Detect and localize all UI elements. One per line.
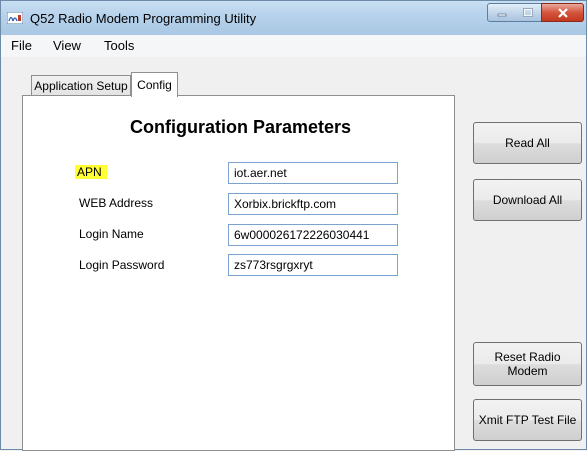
window-title: Q52 Radio Modem Programming Utility — [30, 11, 257, 26]
apn-label: APN — [75, 165, 107, 179]
minimize-icon — [497, 13, 506, 16]
apn-field[interactable] — [228, 162, 398, 184]
read-all-button[interactable]: Read All — [473, 122, 582, 164]
login-password-label: Login Password — [79, 258, 165, 272]
web-address-field[interactable] — [228, 193, 398, 215]
download-all-button[interactable]: Download All — [473, 179, 582, 221]
menu-bar: File View Tools — [1, 35, 586, 57]
reset-radio-modem-label-line2: Modem — [507, 364, 548, 378]
login-name-field[interactable] — [228, 224, 398, 246]
xmit-ftp-test-file-button[interactable]: Xmit FTP Test File — [473, 399, 582, 441]
menu-file[interactable]: File — [11, 38, 32, 53]
config-heading: Configuration Parameters — [130, 117, 352, 137]
login-name-label: Login Name — [79, 227, 144, 241]
app-window: Q52 Radio Modem Programming Utility File… — [0, 0, 587, 451]
close-icon — [557, 7, 568, 18]
maximize-icon — [523, 8, 533, 17]
tab-config[interactable]: Config — [131, 72, 178, 97]
minimize-button[interactable] — [487, 3, 516, 22]
reset-radio-modem-button[interactable]: Reset Radio Modem — [473, 342, 582, 386]
close-button[interactable] — [541, 3, 584, 22]
menu-tools[interactable]: Tools — [104, 38, 134, 53]
maximize-button[interactable] — [515, 3, 542, 22]
tab-application-setup[interactable]: Application Setup — [31, 75, 131, 95]
menu-view[interactable]: View — [53, 38, 81, 53]
web-address-label: WEB Address — [79, 196, 154, 210]
login-password-field[interactable] — [228, 254, 398, 276]
app-icon — [7, 12, 23, 24]
title-bar[interactable]: Q52 Radio Modem Programming Utility — [1, 1, 586, 35]
reset-radio-modem-label-line1: Reset Radio — [494, 350, 561, 364]
